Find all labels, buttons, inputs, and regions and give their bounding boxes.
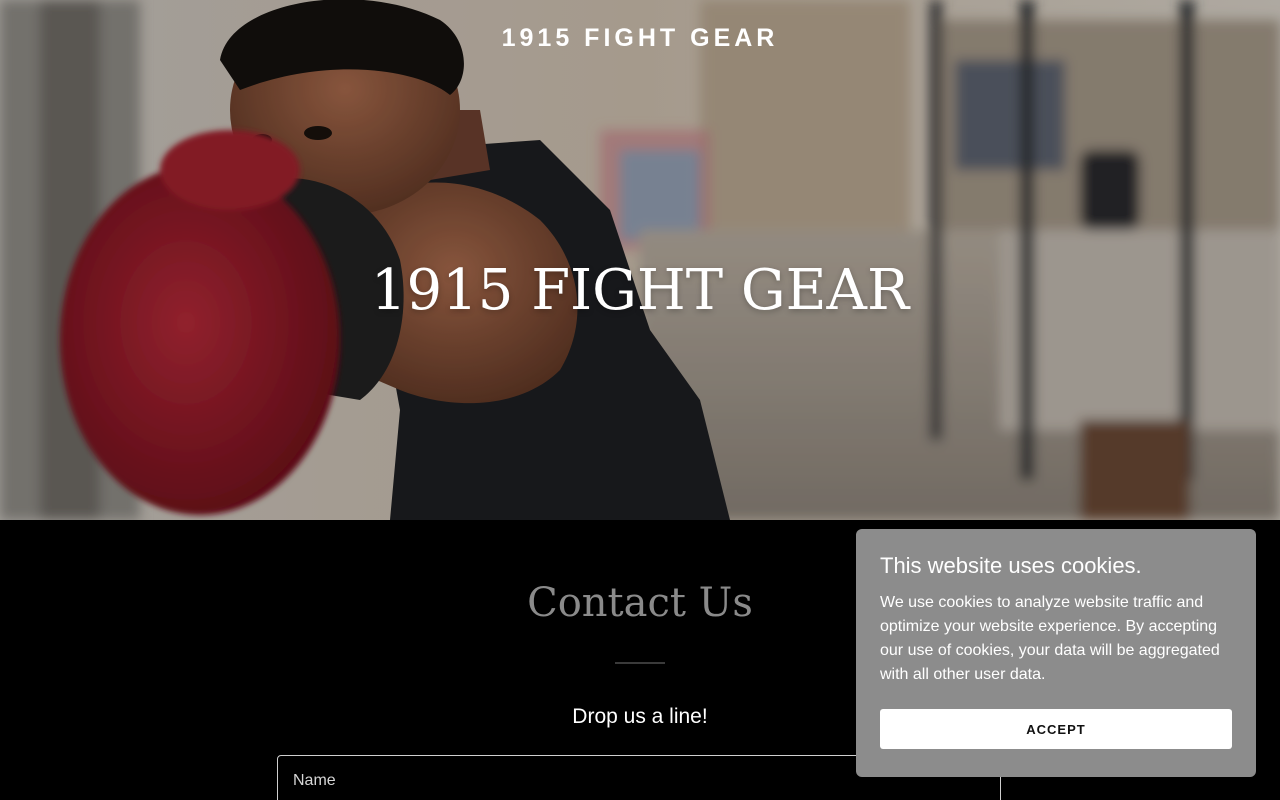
site-title-link[interactable]: 1915 FIGHT GEAR	[0, 24, 1280, 53]
contact-divider	[615, 662, 665, 664]
cookie-banner-text: We use cookies to analyze website traffi…	[880, 594, 1220, 683]
cookie-banner-title: This website uses cookies.	[880, 553, 1142, 578]
accept-cookies-button[interactable]: ACCEPT	[880, 709, 1232, 749]
hero-heading: 1915 FIGHT GEAR	[370, 258, 910, 323]
cookie-banner: This website uses cookies. We use cookie…	[856, 529, 1256, 777]
page: 1915 FIGHT GEAR 1915 FIGHT GEAR Contact …	[0, 0, 1280, 800]
hero-section: 1915 FIGHT GEAR 1915 FIGHT GEAR	[0, 0, 1280, 520]
